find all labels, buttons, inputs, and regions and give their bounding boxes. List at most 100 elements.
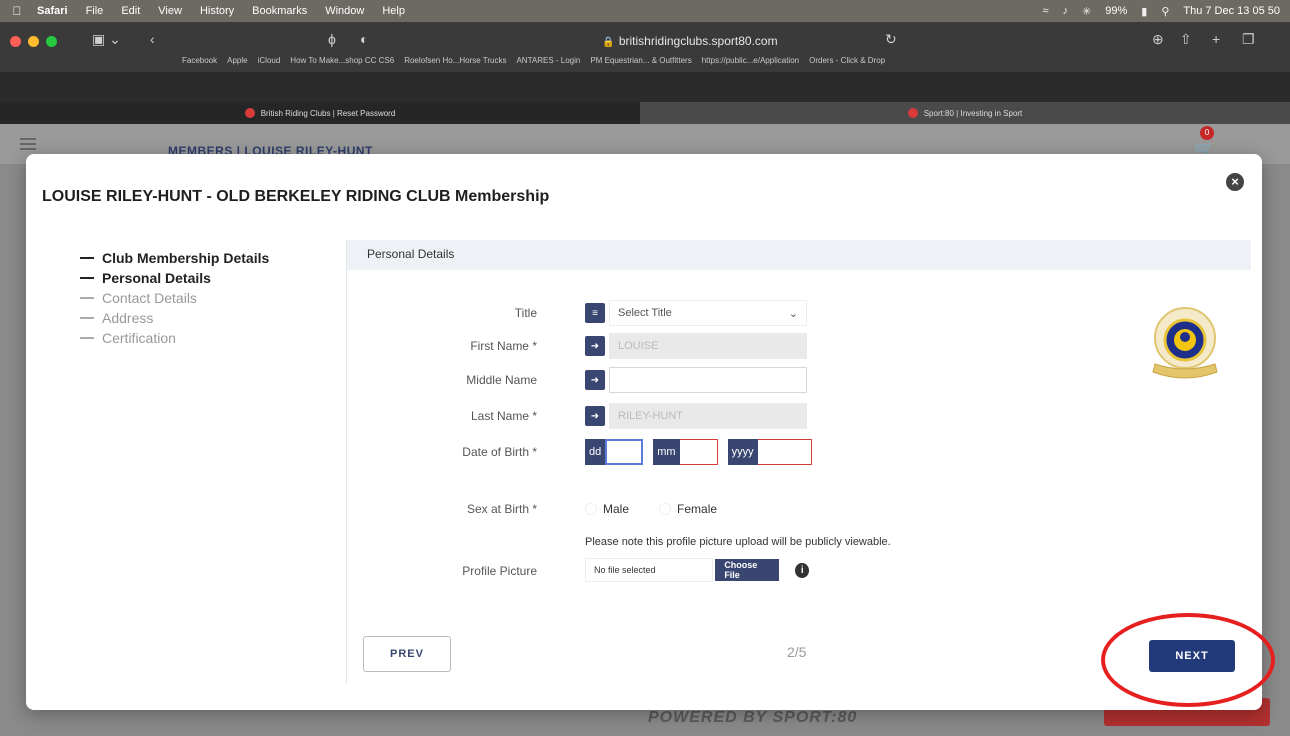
panel-header: Personal Details [347, 240, 1251, 270]
menu-history[interactable]: History [191, 5, 243, 17]
apple-menu-icon[interactable]:  [6, 4, 28, 18]
hamburger-menu-icon[interactable] [20, 138, 36, 150]
dob-label: Date of Birth * [462, 445, 537, 459]
last-name-label: Last Name * [470, 409, 537, 423]
powered-by-footer: POWERED BY SPORT:80 [648, 709, 858, 726]
sidebar-toggle-icon[interactable]: ▣ ⌄ [92, 31, 121, 48]
modal-title: LOUISE RILEY-HUNT - OLD BERKELEY RIDING … [42, 188, 550, 205]
tab-reset-password[interactable]: British Riding Clubs | Reset Password [0, 102, 640, 124]
step-club-membership-details[interactable]: Club Membership Details [80, 248, 269, 268]
dob-month-input[interactable] [679, 439, 718, 465]
dob-fields: dd mm yyyy [585, 439, 812, 465]
sex-radio-group: Male Female [585, 502, 717, 516]
step-certification[interactable]: Certification [80, 328, 269, 348]
close-window-button[interactable] [10, 36, 21, 47]
login-icon: ➜ [585, 406, 605, 426]
spotlight-search-icon[interactable]: ⚲ [1161, 5, 1169, 18]
tab-label: British Riding Clubs | Reset Password [260, 108, 396, 118]
first-name-input[interactable]: LOUISE [609, 333, 807, 359]
bluetooth-icon[interactable]: ✳ [1082, 5, 1091, 18]
radio-circle-icon [659, 503, 672, 515]
bookmark-item[interactable]: iCloud [258, 56, 281, 72]
dob-month-tag: mm [653, 439, 680, 465]
battery-percent[interactable]: 99% [1105, 5, 1127, 17]
list-icon: ≡ [585, 303, 605, 323]
club-anniversary-logo [1152, 307, 1218, 379]
dob-day-input[interactable] [605, 439, 644, 465]
step-label: Certification [102, 330, 176, 346]
info-icon[interactable]: i [795, 562, 809, 578]
step-contact-details[interactable]: Contact Details [80, 288, 269, 308]
bookmarks-bar: Facebook Apple iCloud How To Make...shop… [0, 56, 1290, 72]
step-address[interactable]: Address [80, 308, 269, 328]
step-dash [80, 277, 94, 279]
first-name-label: First Name * [470, 339, 537, 353]
menu-edit[interactable]: Edit [112, 5, 149, 17]
site-favicon-icon [907, 108, 918, 118]
minimize-window-button[interactable] [28, 36, 39, 47]
download-icon[interactable]: ⊕ [1152, 31, 1164, 48]
bookmark-item[interactable]: PM Equestrian... & Outfitters [590, 56, 691, 72]
cart-count-badge: 0 [1200, 126, 1214, 140]
last-name-input[interactable]: RILEY-HUNT [609, 403, 807, 429]
choose-file-button[interactable]: Choose File [715, 559, 780, 581]
title-select[interactable]: ≡ Select Title ⌄ [585, 300, 807, 326]
close-modal-button[interactable]: × [1226, 173, 1244, 191]
last-name-field: ➜ RILEY-HUNT [585, 403, 807, 429]
step-dash [80, 257, 94, 259]
menubar-status-area: ≈ ♪ ✳ 99% ▮ ⚲ Thu 7 Dec 13 05 50 [1042, 5, 1290, 18]
sex-radio-male[interactable]: Male [585, 502, 629, 516]
step-personal-details[interactable]: Personal Details [80, 268, 269, 288]
privacy-shield-icon[interactable]: ◐ [360, 31, 368, 47]
share-icon[interactable]: ⇧ [1180, 31, 1192, 48]
battery-icon[interactable]: ▮ [1141, 5, 1147, 18]
address-bar[interactable]: 🔒 britishridingclubs.sport80.com [470, 31, 910, 51]
profile-picture-note: Please note this profile picture upload … [585, 536, 891, 548]
bookmark-item[interactable]: Orders - Click & Drop [809, 56, 885, 72]
profile-picture-label: Profile Picture [462, 564, 537, 578]
back-arrow-icon[interactable]: ‹ [150, 31, 155, 47]
bookmark-item[interactable]: ANTARES - Login [516, 56, 580, 72]
bookmark-item[interactable]: Apple [227, 56, 247, 72]
bookmark-item[interactable]: Roelofsen Ho...Horse Trucks [404, 56, 506, 72]
sex-radio-female[interactable]: Female [659, 502, 717, 516]
dob-day-group: dd [585, 439, 644, 465]
wizard-steps: Club Membership Details Personal Details… [80, 248, 269, 348]
dob-year-input[interactable] [757, 439, 812, 465]
radio-label: Female [677, 502, 718, 516]
site-favicon-icon [244, 108, 255, 118]
tab-sport80[interactable]: Sport:80 | Investing in Sport [640, 102, 1290, 124]
step-dash [80, 337, 94, 339]
wifi-icon[interactable]: ≈ [1042, 5, 1048, 17]
title-select-input[interactable]: Select Title ⌄ [609, 300, 807, 326]
personal-details-panel: Personal Details Title ≡ Select Title ⌄ F… [346, 240, 1251, 684]
menu-file[interactable]: File [77, 5, 113, 17]
menu-window[interactable]: Window [316, 5, 373, 17]
tab-overview-icon[interactable]: ❐ [1242, 31, 1255, 48]
new-tab-icon[interactable]: + [1212, 31, 1220, 47]
file-upload: No file selected Choose File i [585, 558, 809, 582]
middle-name-input[interactable] [609, 367, 807, 393]
bookmark-item[interactable]: Facebook [182, 56, 217, 72]
menu-view[interactable]: View [149, 5, 191, 17]
step-label: Address [102, 310, 154, 326]
chevron-down-icon: ⌄ [788, 308, 798, 320]
bookmark-item[interactable]: https://public...e/Application [702, 56, 799, 72]
first-name-field: ➜ LOUISE [585, 333, 807, 359]
menu-app-safari[interactable]: Safari [28, 5, 77, 17]
menu-help[interactable]: Help [373, 5, 414, 17]
step-label: Club Membership Details [102, 250, 270, 266]
menubar-clock[interactable]: Thu 7 Dec 13 05 50 [1183, 5, 1280, 17]
menu-bookmarks[interactable]: Bookmarks [243, 5, 316, 17]
prev-button[interactable]: PREV [363, 636, 451, 672]
volume-icon[interactable]: ♪ [1063, 5, 1069, 17]
next-button[interactable]: NEXT [1149, 640, 1235, 672]
step-dash [80, 297, 94, 299]
reload-icon[interactable]: ↻ [885, 31, 897, 48]
middle-name-label: Middle Name [466, 373, 537, 387]
step-pager: 2/5 [787, 644, 807, 660]
title-label: Title [514, 306, 537, 320]
extension-icon[interactable]: ϕ [328, 31, 336, 47]
bookmark-item[interactable]: How To Make...shop CC CS6 [290, 56, 394, 72]
zoom-window-button[interactable] [46, 36, 57, 47]
